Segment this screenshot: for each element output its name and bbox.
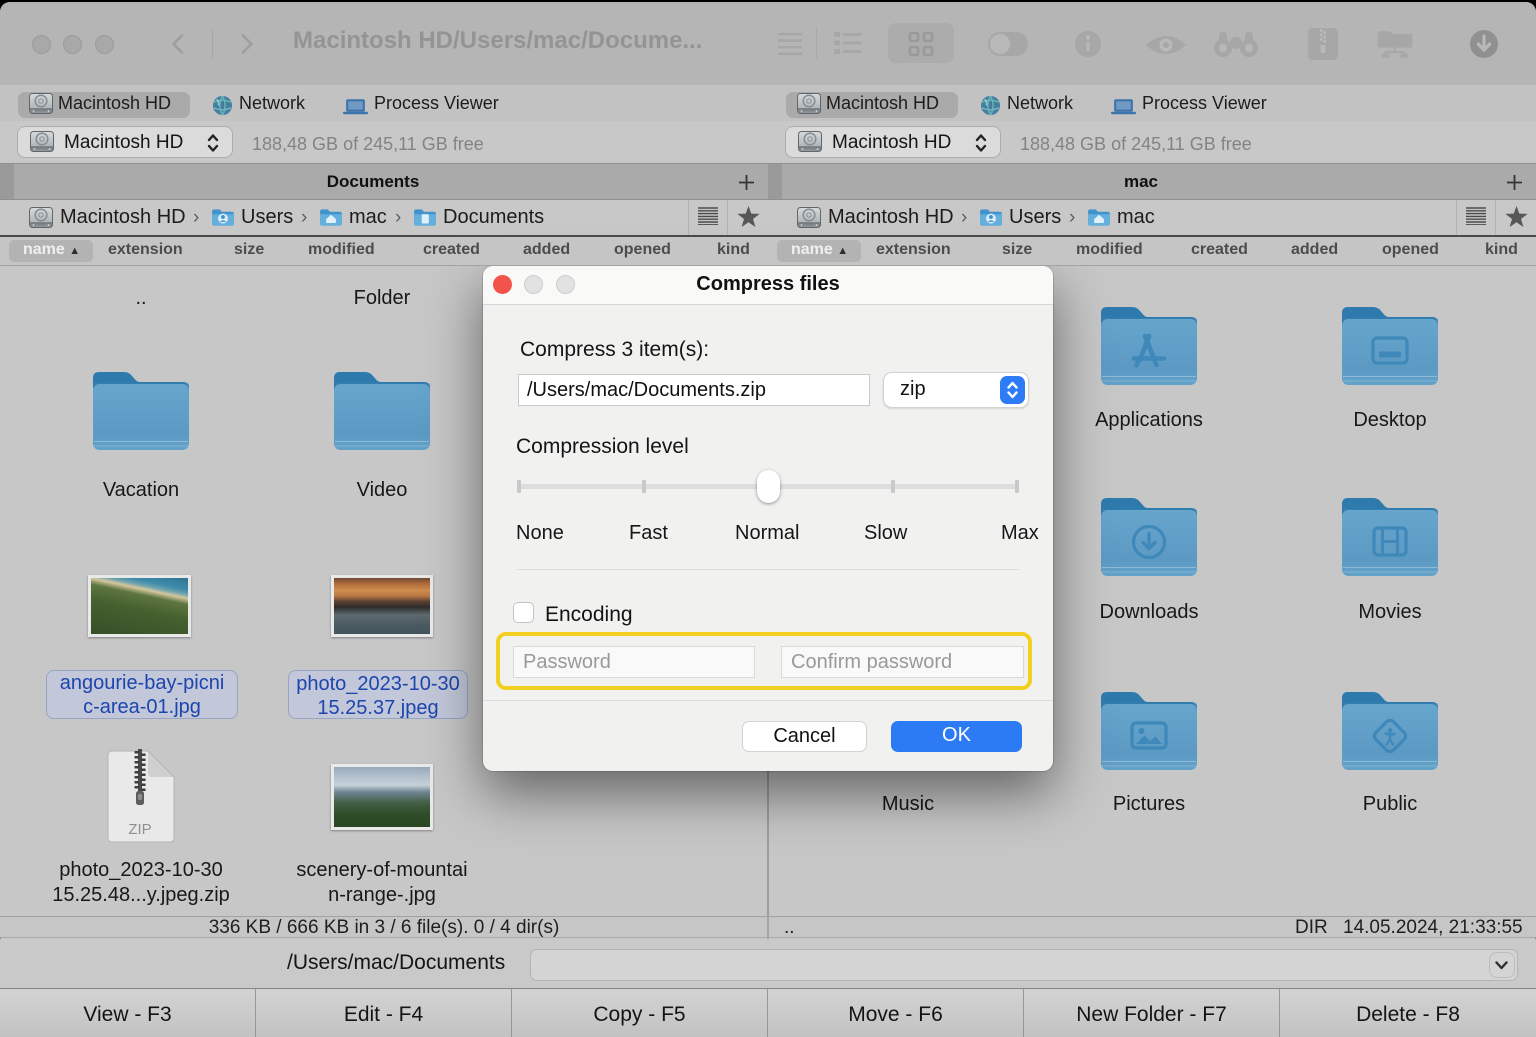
svg-text:ZIP: ZIP (128, 821, 151, 838)
